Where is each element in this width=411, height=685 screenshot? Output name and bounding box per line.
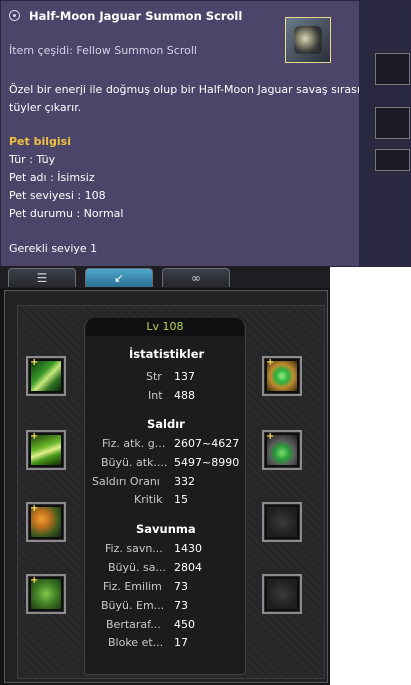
required-level: Gerekli seviye 1 xyxy=(9,242,98,255)
stat-value-mag-def: 2804 xyxy=(174,561,202,574)
swirl-icon: ∞ xyxy=(191,271,201,285)
stat-value-hit: 332 xyxy=(174,475,195,488)
item-description: Özel bir enerji ile doğmuş olup bir Half… xyxy=(9,83,411,114)
circle-icon xyxy=(9,10,20,21)
inventory-slot[interactable] xyxy=(375,53,410,85)
document-icon: ☰ xyxy=(36,271,48,285)
stat-label-str: Str xyxy=(146,370,162,383)
stat-value-parry: 450 xyxy=(174,618,195,631)
tab-stats[interactable]: ↙ xyxy=(85,268,153,287)
stat-label-mag-def: Büyü. sa... xyxy=(108,561,166,574)
stat-value-int: 488 xyxy=(174,389,195,402)
item-tooltip: Half-Moon Jaguar Summon Scroll İtem çeşi… xyxy=(0,0,411,267)
stat-label-hit: Saldırı Oranı xyxy=(92,475,160,488)
stat-value-str: 137 xyxy=(174,370,195,383)
stat-label-int: Int xyxy=(148,389,163,402)
pet-name: Pet adı : İsimsiz xyxy=(9,171,95,184)
stat-label-phys-atk: Fiz. atk. g... xyxy=(102,437,166,450)
section-defense-title: Savunma xyxy=(136,522,196,536)
arrow-down-left-icon: ↙ xyxy=(113,271,125,285)
equip-slot-right-4-empty[interactable] xyxy=(262,574,302,614)
background-inventory-panel xyxy=(359,1,410,266)
equip-slot-left-1[interactable]: + xyxy=(26,356,66,396)
section-attack-title: Saldır xyxy=(147,417,185,431)
stat-value-phys-def: 1430 xyxy=(174,542,202,555)
pet-level-label: Lv 108 xyxy=(146,320,184,333)
stat-label-crit: Kritik xyxy=(134,493,163,506)
equip-slot-right-2[interactable]: + xyxy=(262,430,302,470)
section-stats-title: İstatistikler xyxy=(129,347,205,361)
stat-value-phys-atk: 2607~4627 xyxy=(174,437,240,450)
tab-skills[interactable]: ∞ xyxy=(162,268,230,287)
stat-label-phys-def: Fiz. savn... xyxy=(105,542,163,555)
pet-info-header: Pet bilgisi xyxy=(9,135,71,148)
stat-label-mag-abs: Büyü. Em... xyxy=(101,599,165,612)
pet-level: Pet seviyesi : 108 xyxy=(9,189,106,202)
equip-slot-right-3-empty[interactable] xyxy=(262,502,302,542)
equip-slot-left-2[interactable]: + xyxy=(26,430,66,470)
stat-label-block: Bloke et... xyxy=(108,636,164,649)
empty-slot-emblem-icon xyxy=(267,507,297,537)
equip-slot-left-4[interactable]: + xyxy=(26,574,66,614)
stat-value-mag-atk: 5497~8990 xyxy=(174,456,240,469)
pet-status: Pet durumu : Normal xyxy=(9,207,124,220)
stat-value-block: 17 xyxy=(174,636,188,649)
stat-value-phys-abs: 73 xyxy=(174,580,188,593)
item-scroll-icon xyxy=(285,17,331,63)
pet-type: Tür : Tüy xyxy=(9,153,56,166)
inventory-slot[interactable] xyxy=(375,149,410,171)
item-type: İtem çeşidi: Fellow Summon Scroll xyxy=(9,44,197,57)
stat-label-parry: Bertaraf... xyxy=(106,618,161,631)
tab-info[interactable]: ☰ xyxy=(8,268,76,287)
pet-tabs: ☰ ↙ ∞ xyxy=(0,266,330,288)
equip-slot-right-1[interactable]: + xyxy=(262,356,302,396)
empty-slot-emblem-icon xyxy=(267,579,297,609)
stat-label-phys-abs: Fiz. Emilim xyxy=(103,580,162,593)
stat-value-crit: 15 xyxy=(174,493,188,506)
inventory-slot[interactable] xyxy=(375,107,410,139)
equip-slot-left-3[interactable]: + xyxy=(26,502,66,542)
stat-value-mag-abs: 73 xyxy=(174,599,188,612)
stat-label-mag-atk: Büyü. atk.... xyxy=(101,456,168,469)
item-title: Half-Moon Jaguar Summon Scroll xyxy=(29,9,243,23)
